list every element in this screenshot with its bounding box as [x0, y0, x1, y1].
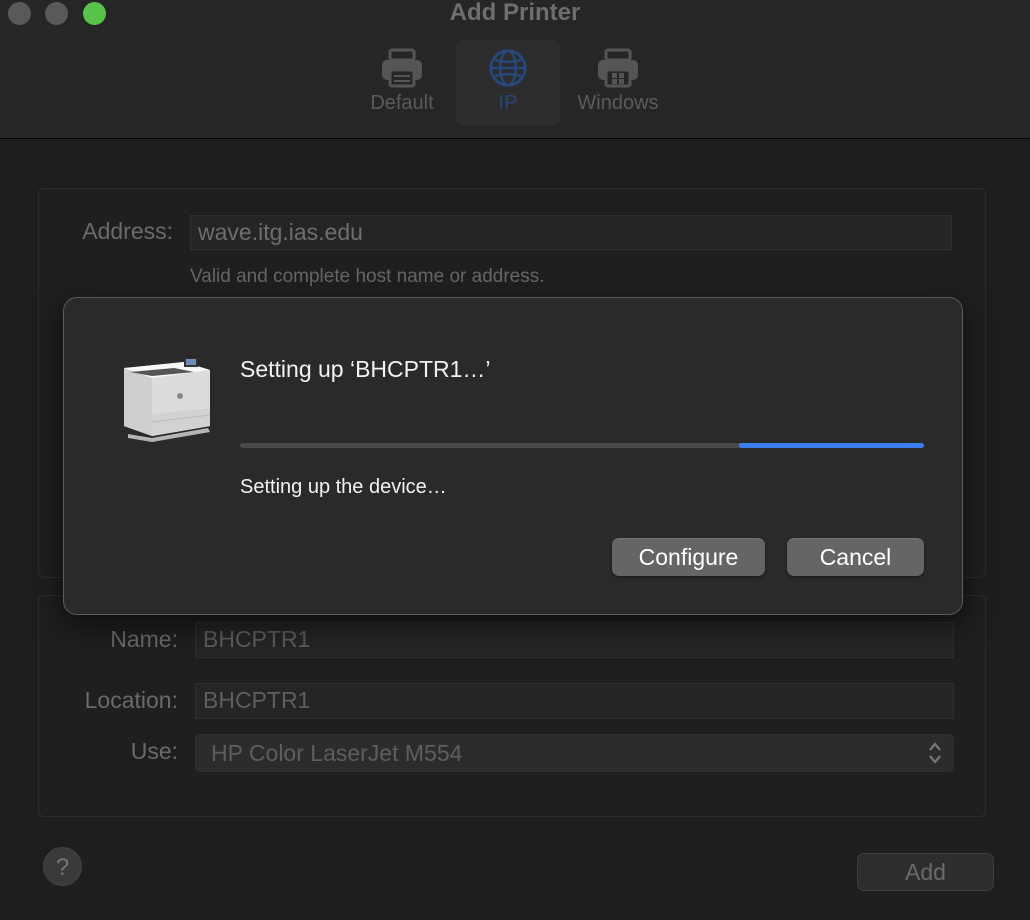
tab-default-label: Default [370, 92, 434, 114]
use-select[interactable]: HP Color LaserJet M554 [195, 734, 954, 772]
tab-windows-label: Windows [577, 92, 659, 114]
title-bar: Add Printer Default IP Windows [0, 0, 1030, 139]
name-label: Name: [110, 626, 178, 652]
globe-icon [489, 49, 527, 87]
tab-default[interactable]: Default [358, 40, 446, 126]
sheet-status: Setting up the device… [240, 476, 447, 498]
configure-button[interactable]: Configure [612, 538, 765, 576]
progress-bar [240, 443, 924, 448]
printer-icon [382, 48, 422, 88]
progress-bar-fill [739, 443, 924, 448]
name-field[interactable]: BHCPTR1 [195, 622, 954, 658]
chevron-up-down-icon [929, 742, 941, 764]
address-label: Address: [82, 218, 173, 244]
window-title: Add Printer [449, 0, 581, 26]
location-field[interactable]: BHCPTR1 [195, 683, 954, 719]
setup-sheet: Setting up ‘BHCPTR1…’ Setting up the dev… [63, 297, 963, 615]
add-button[interactable]: Add [857, 853, 994, 891]
use-select-value: HP Color LaserJet M554 [211, 740, 463, 766]
address-hint: Valid and complete host name or address. [190, 266, 545, 287]
tab-ip[interactable]: IP [456, 40, 560, 126]
tab-ip-label: IP [498, 92, 518, 114]
laser-printer-image [124, 358, 211, 442]
help-button[interactable]: ? [43, 847, 82, 886]
sheet-title: Setting up ‘BHCPTR1…’ [240, 356, 491, 382]
use-label: Use: [130, 738, 178, 764]
tab-windows[interactable]: Windows [568, 40, 668, 126]
cancel-button[interactable]: Cancel [787, 538, 924, 576]
location-label: Location: [84, 687, 178, 713]
address-field[interactable]: wave.itg.ias.edu [190, 215, 952, 250]
windows-printer-icon [598, 48, 638, 88]
